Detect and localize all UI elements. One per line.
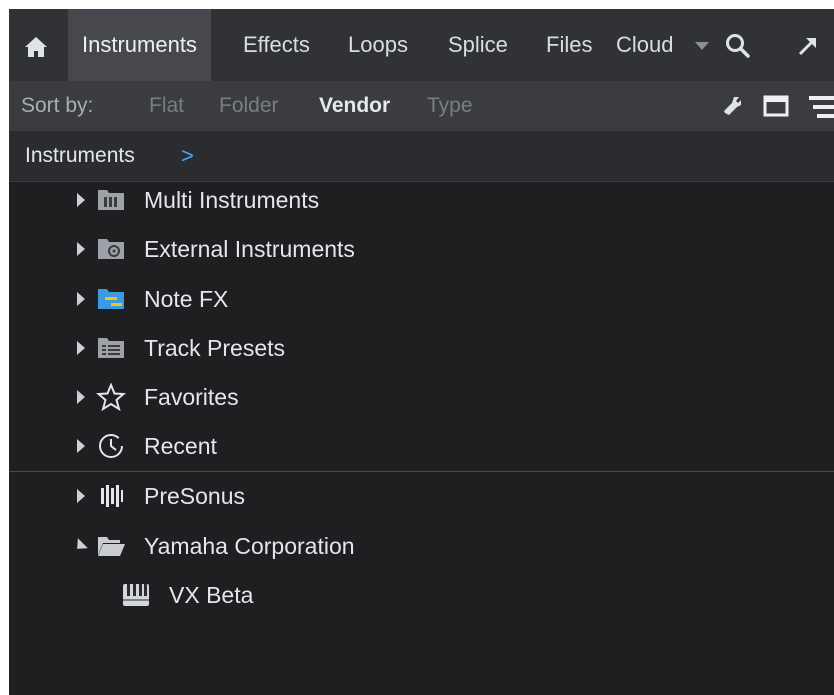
tab-effects[interactable]: Effects bbox=[243, 9, 310, 81]
tab-cloud[interactable]: Cloud bbox=[616, 9, 673, 81]
tree-item-label: Favorites bbox=[144, 384, 239, 410]
window-icon[interactable] bbox=[763, 94, 789, 118]
expand-arrow-icon[interactable] bbox=[797, 35, 819, 57]
track-presets-folder-icon bbox=[98, 338, 124, 358]
expand-triangle-icon[interactable] bbox=[77, 489, 85, 503]
expand-triangle-icon[interactable] bbox=[77, 439, 85, 453]
tree-item-label: VX Beta bbox=[169, 582, 254, 608]
expand-triangle-icon[interactable] bbox=[77, 242, 85, 256]
wrench-icon[interactable] bbox=[721, 95, 743, 117]
note-fx-folder-icon bbox=[98, 289, 124, 309]
tab-files[interactable]: Files bbox=[546, 9, 592, 81]
external-instruments-folder-icon bbox=[98, 239, 124, 259]
tree-item-label: Recent bbox=[144, 433, 217, 459]
tree-item-recent[interactable]: Recent bbox=[9, 422, 834, 470]
expand-triangle-icon[interactable] bbox=[77, 193, 85, 207]
browser-panel: Instruments Effects Loops Splice Files C… bbox=[9, 9, 834, 695]
tree-item-presonus[interactable]: PreSonus bbox=[9, 472, 834, 520]
breadcrumb-chevron-icon[interactable]: > bbox=[181, 131, 194, 181]
sort-by-label: Sort by: bbox=[21, 94, 94, 117]
presonus-logo-icon bbox=[101, 485, 123, 507]
tree-item-external-instruments[interactable]: External Instruments bbox=[9, 225, 834, 273]
tree-item-label: Track Presets bbox=[144, 335, 286, 361]
open-folder-icon bbox=[98, 537, 125, 556]
expand-triangle-icon[interactable] bbox=[77, 292, 85, 306]
tree-item-note-fx[interactable]: Note FX bbox=[9, 275, 834, 323]
tree-item-label: PreSonus bbox=[144, 483, 246, 509]
browser-tab-bar: Instruments Effects Loops Splice Files C… bbox=[9, 9, 834, 81]
tree-item-label: External Instruments bbox=[144, 236, 355, 262]
tab-splice[interactable]: Splice bbox=[448, 9, 508, 81]
sort-option-type[interactable]: Type bbox=[427, 81, 473, 131]
tree-item-label: Yamaha Corporation bbox=[144, 533, 355, 559]
tree-item-label: Note FX bbox=[144, 286, 229, 312]
sort-option-flat[interactable]: Flat bbox=[149, 81, 184, 131]
tab-instruments[interactable]: Instruments bbox=[68, 9, 211, 81]
search-icon[interactable] bbox=[725, 33, 751, 59]
tree-item-multi-instruments[interactable]: Multi Instruments bbox=[9, 176, 834, 224]
sort-option-vendor[interactable]: Vendor bbox=[319, 81, 390, 131]
list-view-icon[interactable] bbox=[809, 94, 834, 120]
home-icon[interactable] bbox=[24, 36, 48, 58]
clock-icon bbox=[99, 434, 123, 458]
breadcrumb: Instruments > bbox=[9, 131, 834, 182]
tree-item-favorites[interactable]: Favorites bbox=[9, 373, 834, 421]
sort-bar: Sort by: Flat Folder Vendor Type bbox=[9, 81, 834, 131]
tree-item-track-presets[interactable]: Track Presets bbox=[9, 324, 834, 372]
expand-triangle-icon[interactable] bbox=[77, 341, 85, 355]
sort-option-folder[interactable]: Folder bbox=[219, 81, 279, 131]
breadcrumb-item-instruments[interactable]: Instruments bbox=[25, 131, 135, 181]
keyboard-icon bbox=[123, 584, 149, 606]
tree-item-yamaha-corporation[interactable]: Yamaha Corporation bbox=[9, 522, 834, 570]
expand-triangle-icon[interactable] bbox=[77, 390, 85, 404]
collapse-triangle-icon[interactable] bbox=[72, 538, 88, 554]
multi-instruments-folder-icon bbox=[98, 190, 124, 210]
tree-item-vx-beta[interactable]: VX Beta bbox=[9, 571, 834, 619]
star-icon bbox=[96, 383, 126, 411]
tab-loops[interactable]: Loops bbox=[348, 9, 408, 81]
tree-item-label: Multi Instruments bbox=[144, 187, 320, 213]
chevron-down-icon[interactable] bbox=[695, 42, 709, 50]
